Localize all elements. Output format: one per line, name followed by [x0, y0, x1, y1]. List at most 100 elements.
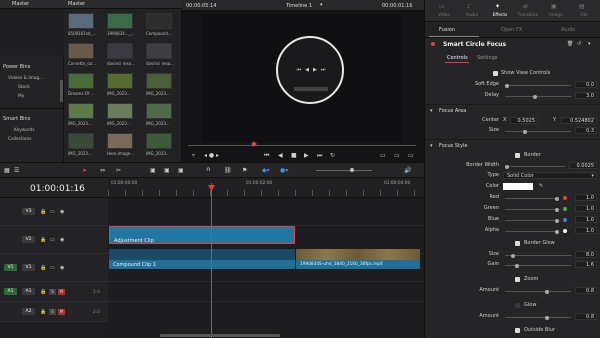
auto-select-icon[interactable]: ▭ [50, 265, 55, 271]
alpha-field[interactable]: 1.0 [575, 227, 597, 234]
overlay-icon[interactable]: ▭ [394, 152, 400, 159]
video-tab-icon[interactable]: ▭ [439, 3, 445, 10]
lock-icon[interactable]: 🔒 [40, 309, 46, 315]
zoom-checkbox[interactable] [515, 277, 520, 282]
track-header-v3[interactable]: V3 🔒 ▭ ◉ [0, 198, 108, 226]
mark-icon[interactable]: ◂ ● ▸ [204, 152, 219, 159]
zoom-amount-slider[interactable] [505, 289, 571, 294]
glow-size-slider[interactable] [505, 253, 571, 258]
red-field[interactable]: 1.0 [575, 194, 597, 201]
smart-bin-keywords[interactable]: Keywords [14, 128, 35, 133]
flag-color-icon[interactable]: ●▾ [280, 167, 288, 174]
auto-select-icon[interactable]: ▭ [50, 237, 55, 243]
green-field[interactable]: 1.0 [575, 205, 597, 212]
alpha-slider[interactable] [505, 229, 559, 234]
options-icon[interactable]: ▾ [588, 41, 591, 47]
blue-field[interactable]: 1.0 [575, 216, 597, 223]
slider-knob[interactable] [545, 289, 549, 294]
clip-thumbnail[interactable] [146, 103, 172, 119]
timeline-playhead[interactable] [211, 183, 212, 338]
clip-thumbnail[interactable] [107, 133, 133, 149]
time-ruler[interactable]: 01:00:00:00 01:00:02:00 01:00:04:00 [108, 178, 424, 198]
slider-knob[interactable] [505, 83, 509, 88]
blue-slider[interactable] [505, 218, 559, 223]
slider-knob[interactable] [555, 196, 559, 201]
first-frame-icon[interactable]: ⏮ [264, 152, 269, 159]
slider-knob[interactable] [533, 94, 537, 99]
effects-tab-icon[interactable]: ✦ [495, 3, 500, 10]
lock-icon[interactable]: 🔒 [40, 237, 46, 243]
tab-controls[interactable]: Controls [447, 55, 468, 61]
track-header-a1[interactable]: A1 A1 🔒 S M 2.0 [0, 282, 108, 302]
video-frame[interactable]: ⏮ ◀ ▶ ⏭ [202, 14, 402, 142]
clip-thumbnail[interactable] [107, 103, 133, 119]
tab-file[interactable]: File [573, 13, 595, 18]
track-header-v1[interactable]: V1 V1 🔒 ▭ ◉ [0, 254, 108, 282]
clip-thumbnail[interactable] [68, 103, 94, 119]
focus-area-section[interactable]: ▾ Focus Area [425, 104, 600, 114]
loop-icon[interactable]: ▿ [192, 152, 195, 159]
clip-thumbnail[interactable] [146, 43, 172, 59]
tab-settings[interactable]: Settings [477, 55, 498, 61]
timeline-name[interactable]: Timeline 1 [286, 3, 312, 9]
soft-edge-field[interactable]: 0.0 [575, 81, 597, 88]
match-frame-icon[interactable]: ▭ [380, 152, 386, 159]
type-select[interactable]: Solid Color ▾ [503, 172, 597, 179]
insert-icon[interactable]: ▣ [150, 167, 156, 174]
subtab-fusion[interactable]: Fusion [439, 27, 455, 33]
tab-audio[interactable]: Audio [461, 13, 483, 18]
chevron-down-icon[interactable]: ▾ [320, 2, 323, 8]
border-glow-checkbox[interactable] [515, 241, 520, 246]
red-slider[interactable] [505, 196, 559, 201]
lock-icon[interactable]: 🔒 [40, 289, 46, 295]
gain-field[interactable]: 1.6 [575, 261, 597, 268]
blade-tool-icon[interactable]: ✂ [116, 167, 121, 174]
solo-button[interactable]: S [49, 289, 56, 295]
reverse-icon[interactable]: ◀ [278, 152, 283, 159]
slider-knob[interactable] [555, 229, 559, 234]
soft-edge-slider[interactable] [505, 83, 571, 88]
last-frame-icon[interactable]: ⏭ [317, 152, 322, 159]
slider-knob[interactable] [555, 207, 559, 212]
speaker-icon[interactable]: 🔊 [404, 167, 411, 174]
eye-icon[interactable]: ◉ [60, 265, 64, 271]
clip-thumbnail[interactable] [146, 13, 172, 29]
clip-thumbnail[interactable] [68, 133, 94, 149]
eye-icon[interactable]: ◉ [60, 237, 64, 243]
size-field[interactable]: 0.3 [575, 127, 597, 134]
glow-checkbox[interactable] [515, 303, 520, 308]
tab-effects[interactable]: Effects [489, 13, 511, 18]
border-width-field[interactable]: 0.0025 [569, 162, 597, 169]
slider-knob[interactable] [545, 315, 549, 320]
size-slider[interactable] [505, 129, 571, 134]
bin-item-my[interactable]: My [18, 94, 24, 99]
delay-field[interactable]: 3.0 [575, 92, 597, 99]
clip-thumbnail[interactable] [146, 73, 172, 89]
clip-thumbnail[interactable] [107, 73, 133, 89]
stop-icon[interactable]: ■ [291, 152, 297, 159]
source-patch-a1[interactable]: A1 [4, 288, 17, 295]
subtab-audio[interactable]: Audio [561, 27, 575, 33]
transition-tab-icon[interactable]: ⇄ [523, 3, 528, 10]
bin-item-videos[interactable]: Videos & Imag... [8, 76, 43, 81]
track-header-v2[interactable]: V2 🔒 ▭ ◉ [0, 226, 108, 254]
list-icon[interactable]: ☰ [14, 167, 19, 174]
gain-slider[interactable] [505, 263, 571, 268]
trash-icon[interactable]: 🗑 [567, 41, 573, 47]
outside-blur-checkbox[interactable] [515, 328, 520, 333]
trim-tool-icon[interactable]: ⇔ [100, 167, 105, 174]
lock-icon[interactable]: 🔒 [40, 265, 46, 271]
focus-style-section[interactable]: ▾ Focus Style [425, 139, 600, 149]
track-header-a2[interactable]: A2 🔒 S M 2.0 [0, 302, 108, 322]
tab-transition[interactable]: Transition [517, 13, 539, 18]
effect-header[interactable]: Smart Circle Focus 🗑 ↺ ▾ [425, 39, 600, 51]
green-slider[interactable] [505, 207, 559, 212]
effect-enable-dot[interactable] [431, 42, 435, 46]
border-width-slider[interactable] [505, 164, 565, 169]
center-x-field[interactable]: 0.5025 [510, 117, 538, 124]
solo-button[interactable]: S [49, 309, 56, 315]
tab-video[interactable]: Video [433, 13, 455, 18]
auto-select-icon[interactable]: ▭ [50, 209, 55, 215]
mute-button[interactable]: M [58, 289, 65, 295]
border-checkbox[interactable] [515, 153, 520, 158]
